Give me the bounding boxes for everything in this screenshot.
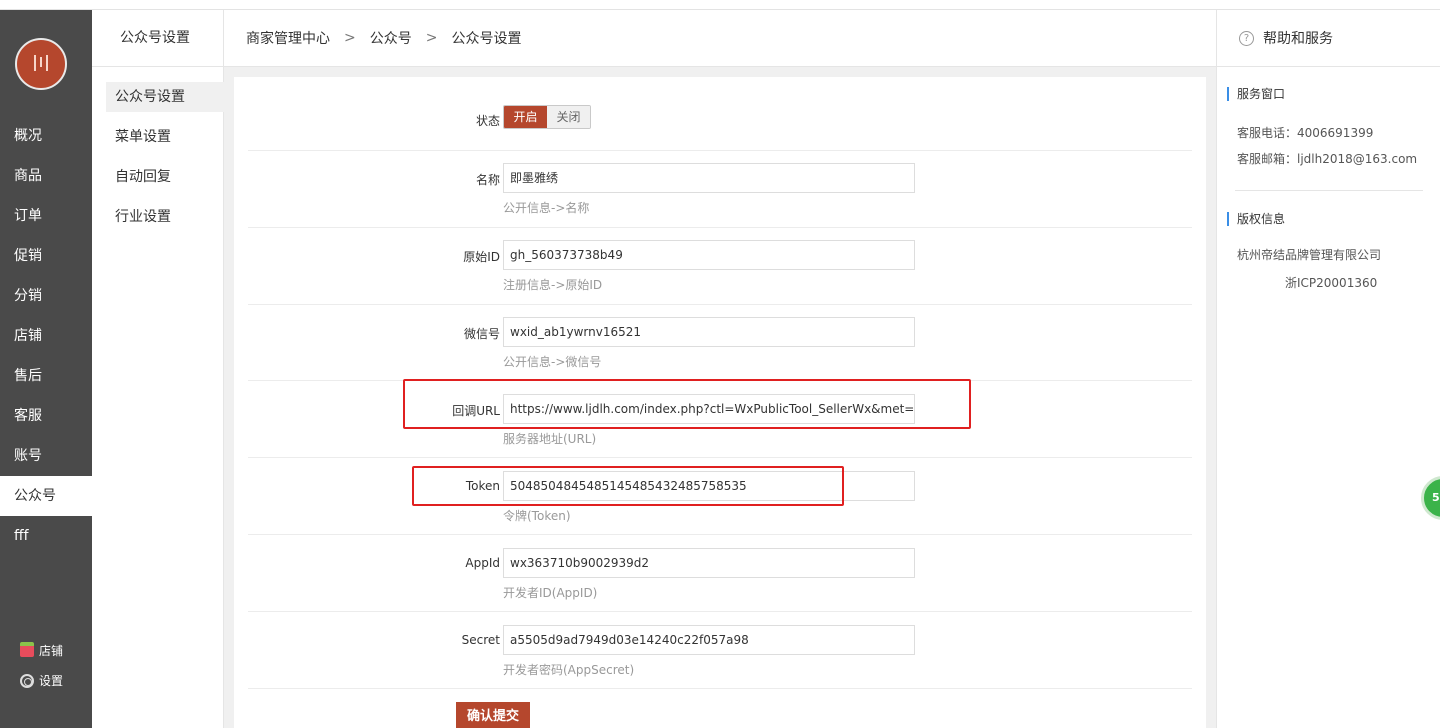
help-panel: ? 帮助和服务 服务窗口 客服电话：4006691399 客服邮箱：ljdlh2…: [1216, 10, 1440, 728]
breadcrumb-separator: >: [425, 30, 438, 46]
app-id-hint: 开发者ID(AppID): [503, 586, 598, 600]
original-id-label: 原始ID: [463, 250, 500, 264]
highlight-box-token: [412, 466, 844, 506]
copyright-company: 杭州帝结品牌管理有限公司: [1237, 248, 1382, 262]
secret-label: Secret: [461, 633, 500, 647]
settings-link[interactable]: 设置: [20, 671, 63, 691]
wechat-id-label: 微信号: [463, 327, 500, 341]
service-email: 客服邮箱：ljdlh2018@163.com: [1237, 152, 1418, 166]
service-phone: 客服电话：4006691399: [1237, 126, 1374, 140]
top-strip: [0, 0, 1440, 10]
highlight-box-callback-url: [403, 379, 971, 429]
form-row-secret: Secret a5505d9ad7949d03e14240c22f057a98 …: [248, 612, 1192, 689]
wechat-id-hint: 公开信息->微信号: [503, 355, 602, 369]
app-id-input[interactable]: wx363710b9002939d2: [503, 548, 915, 578]
nav-item-overview[interactable]: 概况: [0, 116, 92, 156]
original-id-input[interactable]: gh_560373738b49: [503, 240, 915, 270]
main-nav: 概况 商品 订单 促销 分销 店铺 售后 客服 账号 公众号 fff 店铺 设置: [0, 10, 92, 728]
nav-item-account[interactable]: 账号: [0, 436, 92, 476]
help-panel-title: 帮助和服务: [1263, 31, 1333, 47]
name-hint: 公开信息->名称: [503, 201, 590, 215]
shop-avatar[interactable]: [15, 38, 67, 90]
nav-item-customer-service[interactable]: 客服: [0, 396, 92, 436]
status-off-button[interactable]: 关闭: [547, 106, 590, 128]
nav-item-shop[interactable]: 店铺: [0, 316, 92, 356]
service-heading: 服务窗口: [1227, 87, 1285, 101]
submenu-item-auto-reply[interactable]: 自动回复: [106, 162, 224, 192]
breadcrumb: 商家管理中心 > 公众号 > 公众号设置: [224, 10, 1216, 67]
shop-link[interactable]: 店铺: [20, 641, 63, 661]
form-row-original-id: 原始ID gh_560373738b49 注册信息->原始ID: [248, 228, 1192, 305]
submit-button[interactable]: 确认提交: [456, 702, 530, 728]
form-row-app-id: AppId wx363710b9002939d2 开发者ID(AppID): [248, 535, 1192, 612]
status-label: 状态: [475, 114, 500, 128]
form-row-name: 名称 即墨雅绣 公开信息->名称: [248, 151, 1192, 228]
sub-menu: 公众号设置 公众号设置 菜单设置 自动回复 行业设置: [92, 10, 224, 728]
logo-icon: [34, 55, 48, 71]
callback-url-hint: 服务器地址(URL): [503, 432, 597, 446]
breadcrumb-item[interactable]: 商家管理中心: [246, 28, 330, 48]
shop-icon: [20, 642, 34, 657]
settings-form: 状态 开启 关闭 名称 即墨雅绣 公开信息->名称 原始ID gh_560373…: [234, 77, 1206, 728]
submenu-item-industry-settings[interactable]: 行业设置: [106, 202, 224, 232]
submenu-item-account-settings[interactable]: 公众号设置: [106, 82, 224, 112]
name-input[interactable]: 即墨雅绣: [503, 163, 915, 193]
divider: [1235, 190, 1423, 191]
original-id-hint: 注册信息->原始ID: [503, 278, 603, 292]
nav-item-aftersale[interactable]: 售后: [0, 356, 92, 396]
status-on-button[interactable]: 开启: [504, 106, 547, 128]
submenu-item-menu-settings[interactable]: 菜单设置: [106, 122, 224, 152]
token-hint: 令牌(Token): [503, 509, 571, 523]
secret-input[interactable]: a5505d9ad7949d03e14240c22f057a98: [503, 625, 915, 655]
gear-icon: [20, 674, 34, 688]
question-icon: ?: [1239, 30, 1254, 46]
breadcrumb-item[interactable]: 公众号: [370, 28, 412, 48]
copyright-heading: 版权信息: [1227, 212, 1285, 226]
app-id-label: AppId: [465, 556, 500, 570]
help-panel-header: ? 帮助和服务: [1217, 10, 1440, 67]
breadcrumb-separator: >: [344, 30, 356, 46]
nav-item-goods[interactable]: 商品: [0, 156, 92, 196]
form-row-status: 状态 开启 关闭: [248, 77, 1192, 151]
nav-item-distribution[interactable]: 分销: [0, 276, 92, 316]
copyright-icp: 浙ICP20001360: [1285, 276, 1378, 290]
name-label: 名称: [475, 173, 500, 187]
shop-link-label: 店铺: [39, 644, 64, 658]
form-row-wechat-id: 微信号 wxid_ab1ywrnv16521 公开信息->微信号: [248, 305, 1192, 381]
nav-item-promotion[interactable]: 促销: [0, 236, 92, 276]
submenu-title: 公众号设置: [92, 10, 223, 67]
settings-link-label: 设置: [39, 674, 64, 688]
breadcrumb-current: 公众号设置: [451, 31, 522, 47]
status-toggle[interactable]: 开启 关闭: [503, 105, 591, 129]
wechat-id-input[interactable]: wxid_ab1ywrnv16521: [503, 317, 915, 347]
secret-hint: 开发者密码(AppSecret): [503, 663, 635, 677]
nav-item-official-account[interactable]: 公众号: [0, 476, 92, 516]
nav-item-fff[interactable]: fff: [0, 516, 92, 556]
nav-item-orders[interactable]: 订单: [0, 196, 92, 236]
